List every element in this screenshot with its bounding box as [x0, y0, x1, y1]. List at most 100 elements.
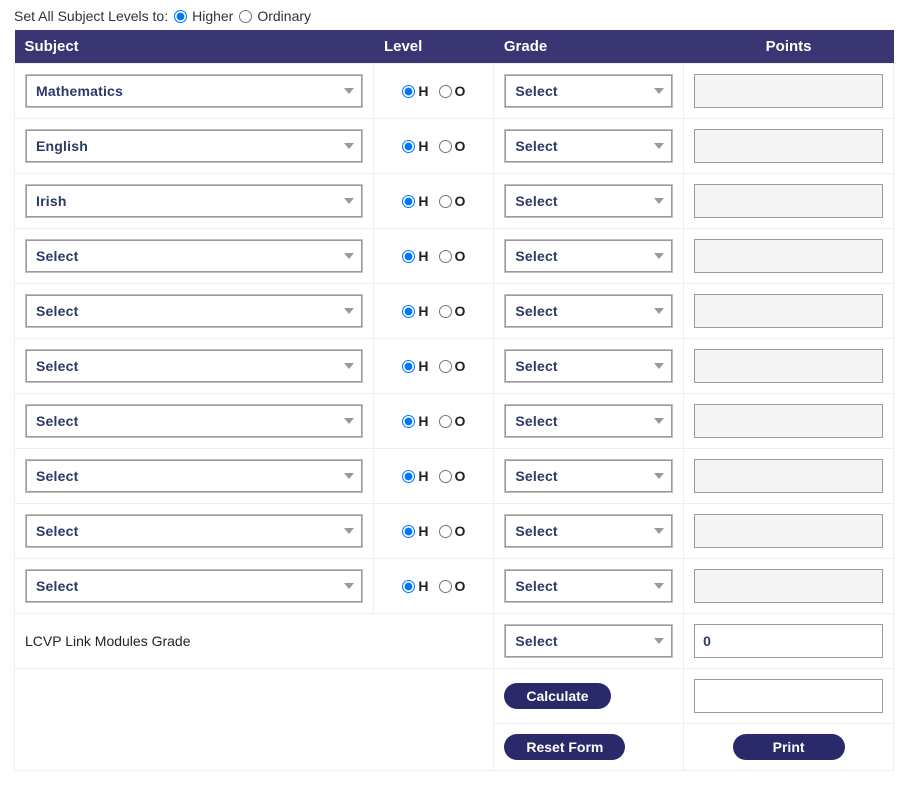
level-h-radio[interactable]: H — [402, 193, 428, 209]
subject-select[interactable]: Select — [25, 514, 363, 548]
level-o-input[interactable] — [439, 140, 452, 153]
points-table: Subject Level Grade Points Mathematics H… — [14, 30, 894, 771]
subject-select[interactable]: Select — [25, 349, 363, 383]
chevron-down-icon — [654, 473, 664, 479]
level-o-radio[interactable]: O — [439, 193, 466, 209]
level-h-text: H — [418, 83, 428, 99]
points-box — [694, 74, 883, 108]
level-o-radio[interactable]: O — [439, 578, 466, 594]
level-o-text: O — [455, 83, 466, 99]
level-radio-group: H O — [384, 193, 483, 209]
level-h-radio[interactable]: H — [402, 358, 428, 374]
set-all-ordinary-radio[interactable]: Ordinary — [239, 8, 311, 24]
level-h-radio[interactable]: H — [402, 523, 428, 539]
set-all-levels-row: Set All Subject Levels to: Higher Ordina… — [14, 8, 897, 24]
level-h-input[interactable] — [402, 85, 415, 98]
level-h-input[interactable] — [402, 195, 415, 208]
set-all-higher-text: Higher — [192, 8, 233, 24]
level-h-input[interactable] — [402, 305, 415, 318]
level-h-radio[interactable]: H — [402, 248, 428, 264]
set-all-higher-input[interactable] — [174, 10, 187, 23]
chevron-down-icon — [344, 363, 354, 369]
level-h-input[interactable] — [402, 580, 415, 593]
level-h-radio[interactable]: H — [402, 468, 428, 484]
level-h-input[interactable] — [402, 250, 415, 263]
grade-select[interactable]: Select — [504, 459, 673, 493]
grade-select[interactable]: Select — [504, 294, 673, 328]
calculate-button[interactable]: Calculate — [504, 683, 610, 709]
chevron-down-icon — [654, 88, 664, 94]
level-o-input[interactable] — [439, 525, 452, 538]
subject-select[interactable]: Select — [25, 294, 363, 328]
level-o-radio[interactable]: O — [439, 358, 466, 374]
subject-select-text: English — [36, 138, 88, 154]
grade-select[interactable]: Select — [504, 569, 673, 603]
set-all-ordinary-input[interactable] — [239, 10, 252, 23]
level-o-input[interactable] — [439, 305, 452, 318]
level-h-input[interactable] — [402, 525, 415, 538]
level-o-radio[interactable]: O — [439, 303, 466, 319]
lcvp-grade-select[interactable]: Select — [504, 624, 673, 658]
level-h-radio[interactable]: H — [402, 138, 428, 154]
table-row: Select H O Select — [15, 449, 894, 504]
level-h-radio[interactable]: H — [402, 413, 428, 429]
subject-select-text: Select — [36, 523, 78, 539]
level-h-text: H — [418, 248, 428, 264]
level-radio-group: H O — [384, 138, 483, 154]
subject-select[interactable]: English — [25, 129, 363, 163]
level-o-radio[interactable]: O — [439, 248, 466, 264]
level-o-radio[interactable]: O — [439, 83, 466, 99]
level-o-input[interactable] — [439, 580, 452, 593]
level-o-input[interactable] — [439, 250, 452, 263]
subject-select-text: Select — [36, 358, 78, 374]
level-o-radio[interactable]: O — [439, 413, 466, 429]
grade-select[interactable]: Select — [504, 349, 673, 383]
level-h-radio[interactable]: H — [402, 303, 428, 319]
lcvp-points-value: 0 — [703, 633, 711, 649]
level-h-radio[interactable]: H — [402, 83, 428, 99]
level-h-input[interactable] — [402, 360, 415, 373]
grade-select-text: Select — [515, 413, 557, 429]
table-row: Mathematics H O Select — [15, 64, 894, 119]
grade-select[interactable]: Select — [504, 239, 673, 273]
level-o-radio[interactable]: O — [439, 523, 466, 539]
level-h-text: H — [418, 303, 428, 319]
grade-select[interactable]: Select — [504, 129, 673, 163]
level-h-input[interactable] — [402, 470, 415, 483]
level-h-radio[interactable]: H — [402, 578, 428, 594]
subject-select[interactable]: Select — [25, 459, 363, 493]
grade-select[interactable]: Select — [504, 74, 673, 108]
subject-select[interactable]: Irish — [25, 184, 363, 218]
header-grade: Grade — [494, 30, 684, 64]
level-o-radio[interactable]: O — [439, 138, 466, 154]
level-radio-group: H O — [384, 468, 483, 484]
subject-select[interactable]: Select — [25, 239, 363, 273]
level-o-radio[interactable]: O — [439, 468, 466, 484]
points-box — [694, 569, 883, 603]
reset-button[interactable]: Reset Form — [504, 734, 625, 760]
level-o-input[interactable] — [439, 85, 452, 98]
lcvp-points-box: 0 — [694, 624, 883, 658]
level-radio-group: H O — [384, 413, 483, 429]
grade-select[interactable]: Select — [504, 514, 673, 548]
subject-select-text: Select — [36, 578, 78, 594]
level-h-input[interactable] — [402, 415, 415, 428]
subject-select[interactable]: Select — [25, 404, 363, 438]
set-all-higher-radio[interactable]: Higher — [174, 8, 233, 24]
chevron-down-icon — [344, 143, 354, 149]
level-o-input[interactable] — [439, 470, 452, 483]
print-button[interactable]: Print — [733, 734, 845, 760]
grade-select-text: Select — [515, 303, 557, 319]
level-h-input[interactable] — [402, 140, 415, 153]
subject-select[interactable]: Select — [25, 569, 363, 603]
level-o-input[interactable] — [439, 360, 452, 373]
grade-select[interactable]: Select — [504, 404, 673, 438]
level-o-input[interactable] — [439, 415, 452, 428]
chevron-down-icon — [654, 363, 664, 369]
lcvp-label: LCVP Link Modules Grade — [15, 614, 494, 669]
grade-select[interactable]: Select — [504, 184, 673, 218]
subject-select[interactable]: Mathematics — [25, 74, 363, 108]
level-o-input[interactable] — [439, 195, 452, 208]
points-box — [694, 404, 883, 438]
lcvp-row: LCVP Link Modules Grade Select 0 — [15, 614, 894, 669]
